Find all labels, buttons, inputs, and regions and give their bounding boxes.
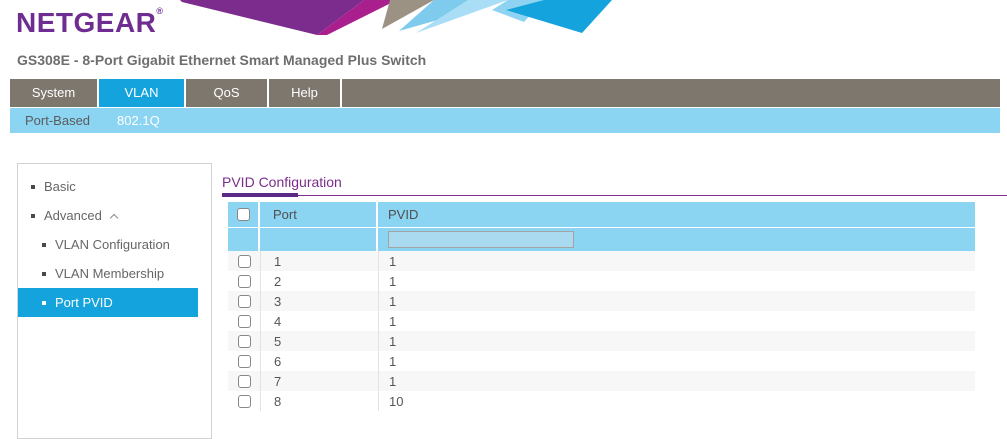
pvid-cell: 1 bbox=[378, 291, 975, 311]
bullet-icon bbox=[31, 185, 35, 189]
title-underline-thin bbox=[222, 195, 1007, 196]
main-nav: System VLAN QoS Help bbox=[10, 79, 1000, 107]
port-cell: 2 bbox=[260, 271, 378, 291]
device-title: GS308E - 8-Port Gigabit Ethernet Smart M… bbox=[17, 52, 426, 68]
section-title: PVID Configuration bbox=[222, 174, 1007, 195]
table-filter-row bbox=[228, 228, 975, 251]
nav-tab-system[interactable]: System bbox=[10, 79, 99, 107]
port-cell: 8 bbox=[260, 391, 378, 411]
pvid-cell: 1 bbox=[378, 251, 975, 271]
netgear-logo: NETGEAR® bbox=[16, 6, 164, 39]
row-checkbox[interactable] bbox=[238, 335, 251, 348]
row-checkbox[interactable] bbox=[238, 395, 251, 408]
port-cell: 4 bbox=[260, 311, 378, 331]
row-checkbox[interactable] bbox=[238, 315, 251, 328]
table-row: 3 1 bbox=[228, 291, 975, 311]
bullet-icon bbox=[31, 214, 35, 218]
table-row: 2 1 bbox=[228, 271, 975, 291]
bullet-icon bbox=[42, 272, 46, 276]
sub-nav: Port-Based 802.1Q bbox=[10, 108, 1000, 133]
nav-tab-label: VLAN bbox=[125, 85, 159, 100]
subnav-item-port-based[interactable]: Port-Based bbox=[25, 113, 90, 128]
chevron-up-icon bbox=[110, 213, 118, 221]
port-cell: 7 bbox=[260, 371, 378, 391]
sidebar-item-label: VLAN Membership bbox=[55, 266, 164, 281]
sidebar-item-label: Advanced bbox=[44, 208, 102, 223]
filter-port-cell bbox=[260, 228, 378, 251]
sidebar-item-label: VLAN Configuration bbox=[55, 237, 170, 252]
section-header: PVID Configuration bbox=[222, 174, 1007, 195]
title-underline-thick bbox=[222, 193, 298, 197]
bullet-icon bbox=[42, 243, 46, 247]
nav-tab-label: System bbox=[32, 85, 75, 100]
row-checkbox[interactable] bbox=[238, 295, 251, 308]
port-cell: 5 bbox=[260, 331, 378, 351]
pvid-cell: 1 bbox=[378, 311, 975, 331]
pvid-table: Port PVID 1 1 2 1 3 1 4 1 5 1 6 1 7 1 bbox=[228, 202, 975, 411]
table-row: 5 1 bbox=[228, 331, 975, 351]
nav-tab-label: Help bbox=[291, 85, 318, 100]
sidebar-item-basic[interactable]: Basic bbox=[18, 172, 198, 201]
sidebar: Basic Advanced VLAN Configuration VLAN M… bbox=[17, 163, 212, 439]
pvid-cell: 1 bbox=[378, 371, 975, 391]
sidebar-item-vlan-configuration[interactable]: VLAN Configuration bbox=[18, 230, 198, 259]
pvid-cell: 1 bbox=[378, 331, 975, 351]
pvid-cell: 1 bbox=[378, 271, 975, 291]
column-header-port: Port bbox=[260, 202, 378, 227]
nav-tab-label: QoS bbox=[213, 85, 239, 100]
sidebar-item-label: Basic bbox=[44, 179, 76, 194]
sidebar-item-port-pvid[interactable]: Port PVID bbox=[18, 288, 198, 317]
sidebar-item-label: Port PVID bbox=[55, 295, 113, 310]
nav-tab-help[interactable]: Help bbox=[269, 79, 342, 107]
bullet-icon bbox=[42, 301, 46, 305]
pvid-input[interactable] bbox=[388, 231, 574, 248]
table-row: 6 1 bbox=[228, 351, 975, 371]
row-checkbox[interactable] bbox=[238, 355, 251, 368]
row-checkbox[interactable] bbox=[238, 375, 251, 388]
row-checkbox[interactable] bbox=[238, 275, 251, 288]
filter-check-cell bbox=[228, 228, 260, 251]
port-cell: 1 bbox=[260, 251, 378, 271]
select-all-checkbox[interactable] bbox=[237, 208, 250, 221]
table-header-row: Port PVID bbox=[228, 202, 975, 227]
header-banner-graphic bbox=[152, 0, 612, 36]
filter-pvid-cell bbox=[378, 228, 975, 251]
port-cell: 6 bbox=[260, 351, 378, 371]
nav-tab-vlan[interactable]: VLAN bbox=[99, 79, 186, 107]
pvid-cell: 10 bbox=[378, 391, 975, 411]
table-row: 8 10 bbox=[228, 391, 975, 411]
table-row: 7 1 bbox=[228, 371, 975, 391]
row-checkbox[interactable] bbox=[238, 255, 251, 268]
sidebar-item-vlan-membership[interactable]: VLAN Membership bbox=[18, 259, 198, 288]
sidebar-item-advanced[interactable]: Advanced bbox=[18, 201, 198, 230]
table-row: 1 1 bbox=[228, 251, 975, 271]
table-body: 1 1 2 1 3 1 4 1 5 1 6 1 7 1 8 10 bbox=[228, 251, 975, 411]
nav-tab-qos[interactable]: QoS bbox=[186, 79, 269, 107]
table-row: 4 1 bbox=[228, 311, 975, 331]
select-all-cell bbox=[228, 202, 260, 227]
subnav-item-802.1q[interactable]: 802.1Q bbox=[117, 113, 160, 128]
column-header-pvid: PVID bbox=[378, 202, 975, 227]
port-cell: 3 bbox=[260, 291, 378, 311]
pvid-cell: 1 bbox=[378, 351, 975, 371]
